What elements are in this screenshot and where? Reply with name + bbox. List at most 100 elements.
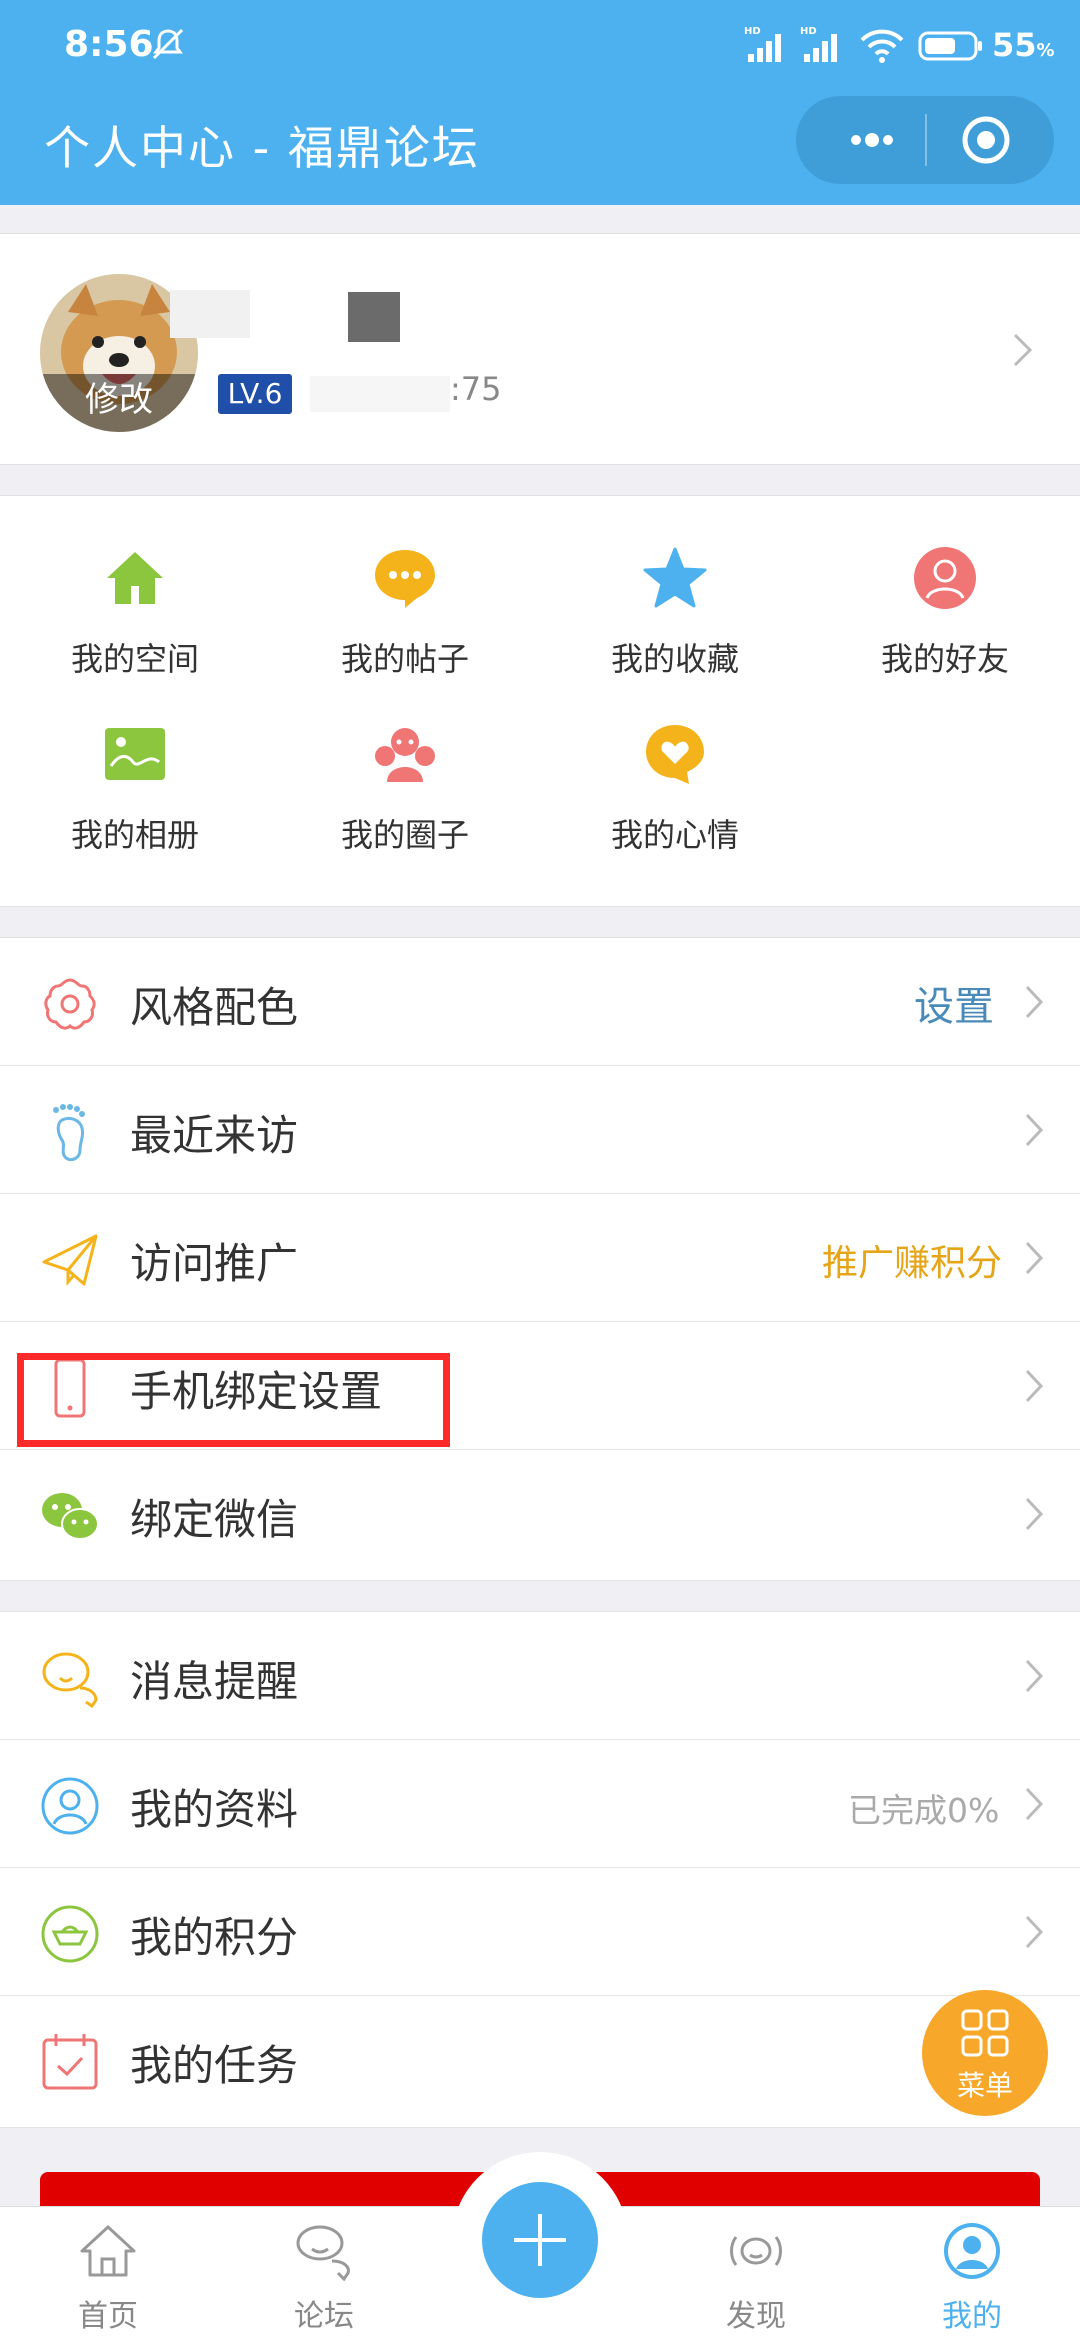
paper-plane-icon xyxy=(42,1234,98,1287)
group-icon xyxy=(375,728,435,782)
grid-label: 我的好友 xyxy=(880,640,1009,678)
battery-percent: 55% xyxy=(992,26,1055,64)
gold-ingot-icon xyxy=(41,1905,99,1963)
app-root: 8:56 HD HD 55% 个人中心 - 福鼎论坛 修改 LV.6:75 我… xyxy=(0,0,1080,2340)
chat-bubble-icon xyxy=(375,550,435,608)
plus-icon xyxy=(514,2214,566,2266)
settings-list-2: 消息提醒 我的资料 已完成0% 我的积分 我的任务 xyxy=(0,1611,1080,2128)
tab-label: 我的 xyxy=(942,2299,1002,2334)
broadcast-icon xyxy=(730,2236,782,2266)
capsule-divider xyxy=(925,114,927,166)
grid-label: 我的相册 xyxy=(70,816,199,854)
settings-list-1: 风格配色 设置 最近来访 访问推广 推广赚积分 手机绑定设置 绑定微信 xyxy=(0,937,1080,1581)
message-bubbles-icon xyxy=(42,1652,98,1708)
status-time: 8:56 xyxy=(64,24,154,65)
signal-icon-2: HD xyxy=(800,26,837,62)
grid-item-space[interactable]: 我的空间 xyxy=(0,546,270,696)
grid-item-circles[interactable]: 我的圈子 xyxy=(270,722,540,872)
profile-completion: 已完成0% xyxy=(848,1791,1000,1830)
mute-icon xyxy=(152,28,184,60)
chevron-right-icon xyxy=(1025,1787,1044,1821)
page-title: 个人中心 - 福鼎论坛 xyxy=(44,121,480,175)
list-item-tasks[interactable]: 我的任务 xyxy=(0,1996,1080,2124)
user-avatar-icon xyxy=(944,2223,1000,2279)
chevron-right-icon xyxy=(1025,1659,1044,1693)
theme-set-link[interactable]: 设置 xyxy=(914,974,994,1032)
user-circle-icon xyxy=(914,547,976,609)
grid-label: 我的收藏 xyxy=(610,640,739,678)
list-item-profile[interactable]: 我的资料 已完成0% xyxy=(0,1740,1080,1868)
photo-icon xyxy=(105,728,165,780)
more-icon[interactable] xyxy=(828,96,916,184)
grid-label: 我的空间 xyxy=(70,640,199,678)
chevron-right-icon xyxy=(1025,1369,1044,1403)
grid-item-posts[interactable]: 我的帖子 xyxy=(270,546,540,696)
tab-label: 发现 xyxy=(726,2299,786,2334)
chevron-right-icon xyxy=(1025,1241,1044,1275)
profile-card[interactable]: 修改 LV.6 :75 xyxy=(0,233,1080,465)
list-item-notifications[interactable]: 消息提醒 xyxy=(0,1612,1080,1740)
chevron-right-icon xyxy=(1025,1113,1044,1147)
tab-mine[interactable]: 我的 xyxy=(892,2207,1052,2340)
username-redacted xyxy=(170,290,250,338)
wechat-icon xyxy=(42,1493,99,1540)
top-bar: 8:56 HD HD 55% 个人中心 - 福鼎论坛 xyxy=(0,0,1080,205)
chevron-right-icon xyxy=(1013,333,1033,367)
list-item-label: 绑定微信 xyxy=(130,1495,299,1544)
signal-icon: HD xyxy=(744,26,781,62)
list-item-label: 访问推广 xyxy=(130,1239,299,1288)
svg-text:HD: HD xyxy=(744,26,761,37)
user-profile-icon xyxy=(41,1777,99,1835)
grid-label: 我的圈子 xyxy=(340,816,469,854)
tab-home[interactable]: 首页 xyxy=(28,2207,188,2340)
wifi-icon xyxy=(860,29,904,63)
list-item-label: 风格配色 xyxy=(130,983,299,1032)
list-item-promotion[interactable]: 访问推广 推广赚积分 xyxy=(0,1194,1080,1322)
chevron-right-icon xyxy=(1025,1497,1044,1531)
chevron-right-icon xyxy=(1025,1915,1044,1949)
post-new-button[interactable] xyxy=(482,2182,598,2298)
grid-item-mood[interactable]: 我的心情 xyxy=(540,722,810,872)
tab-discover[interactable]: 发现 xyxy=(676,2207,836,2340)
mini-program-capsule xyxy=(796,96,1054,184)
points-redacted xyxy=(310,376,450,412)
tab-label: 首页 xyxy=(78,2299,138,2334)
home-icon xyxy=(107,552,163,604)
list-item-theme[interactable]: 风格配色 设置 xyxy=(0,938,1080,1066)
grid-item-favorites[interactable]: 我的收藏 xyxy=(540,546,810,696)
list-item-label: 消息提醒 xyxy=(130,1657,299,1706)
avatar-edit-label[interactable]: 修改 xyxy=(40,374,198,432)
calendar-check-icon xyxy=(42,2034,98,2090)
highlight-box xyxy=(17,1353,450,1447)
tab-forum[interactable]: 论坛 xyxy=(244,2207,404,2340)
promotion-points-link[interactable]: 推广赚积分 xyxy=(822,1234,1002,1286)
list-item-label: 我的积分 xyxy=(130,1913,299,1962)
tab-label: 论坛 xyxy=(294,2299,354,2334)
list-item-label: 最近来访 xyxy=(130,1111,299,1160)
flower-gear-icon xyxy=(44,978,96,1030)
home-outline-icon xyxy=(80,2225,136,2277)
grid-label: 我的心情 xyxy=(610,816,739,854)
grid-label: 我的帖子 xyxy=(340,640,469,678)
list-item-label: 我的资料 xyxy=(130,1785,299,1834)
footprint-icon xyxy=(53,1104,85,1162)
svg-text:HD: HD xyxy=(800,26,817,37)
username-redacted-block xyxy=(348,292,400,342)
floating-menu-label: 菜单 xyxy=(956,2069,1013,2102)
close-target-icon[interactable] xyxy=(956,110,1016,170)
floating-menu-button[interactable]: 菜单 xyxy=(922,1990,1048,2116)
list-item-points[interactable]: 我的积分 xyxy=(0,1868,1080,1996)
points-value: :75 xyxy=(450,370,502,408)
list-item-label: 我的任务 xyxy=(130,2041,299,2090)
star-icon xyxy=(643,547,707,608)
list-item-wechat-binding[interactable]: 绑定微信 xyxy=(0,1450,1080,1578)
grid-menu-icon xyxy=(961,2009,1009,2057)
grid-item-album[interactable]: 我的相册 xyxy=(0,722,270,872)
level-badge: LV.6 xyxy=(218,374,292,414)
chevron-right-icon xyxy=(1025,985,1044,1019)
grid-item-friends[interactable]: 我的好友 xyxy=(810,546,1080,696)
list-item-recent-visitors[interactable]: 最近来访 xyxy=(0,1066,1080,1194)
status-bar: 8:56 HD HD 55% xyxy=(0,0,1080,95)
battery-icon xyxy=(918,31,982,61)
forum-chat-icon xyxy=(296,2225,350,2281)
